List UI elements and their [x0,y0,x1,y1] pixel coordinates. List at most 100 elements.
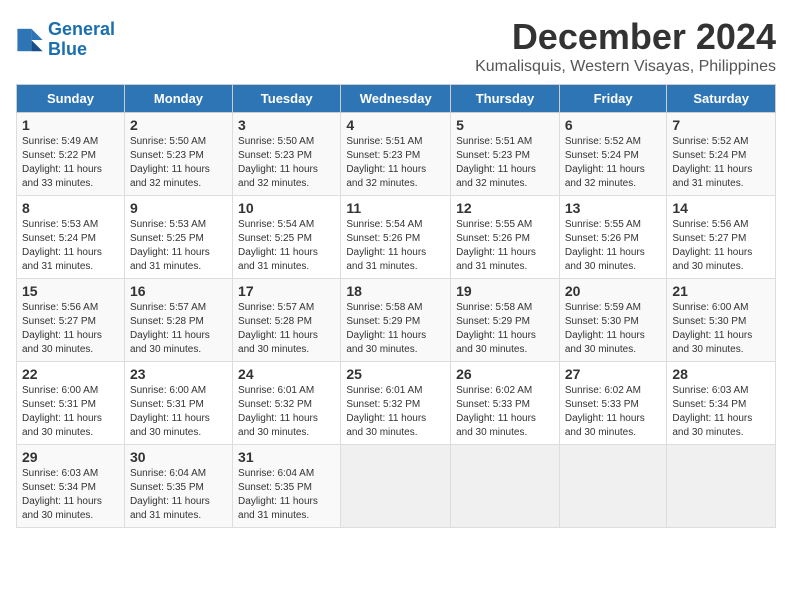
day-number: 27 [565,366,662,382]
calendar-day-cell [451,445,560,528]
calendar-day-cell: 31Sunrise: 6:04 AM Sunset: 5:35 PM Dayli… [233,445,341,528]
day-info: Sunrise: 5:50 AM Sunset: 5:23 PM Dayligh… [238,135,335,191]
calendar-day-cell: 3 Sunrise: 5:50 AM Sunset: 5:23 PM Daylig… [233,113,341,196]
calendar-day-cell: 19 Sunrise: 5:58 AM Sunset: 5:29 PM Dayli… [451,279,560,362]
calendar-day-cell: 6Sunrise: 5:52 AM Sunset: 5:24 PM Daylig… [559,113,667,196]
day-info: Sunrise: 5:54 AM Sunset: 5:25 PM Dayligh… [238,218,335,274]
day-number: 25 [346,366,445,382]
calendar-day-cell: 29 Sunrise: 6:03 AM Sunset: 5:34 PM Dayli… [17,445,125,528]
calendar-day-cell: 11 Sunrise: 5:54 AM Sunset: 5:26 PM Dayli… [341,196,451,279]
calendar-week-row: 15Sunrise: 5:56 AM Sunset: 5:27 PM Dayli… [17,279,776,362]
weekday-header-cell: Friday [559,85,667,113]
calendar-day-cell: 30 Sunrise: 6:04 AM Sunset: 5:35 PM Dayli… [124,445,232,528]
calendar-day-cell [667,445,776,528]
calendar-day-cell: 2 Sunrise: 5:50 AM Sunset: 5:23 PM Daylig… [124,113,232,196]
calendar-day-cell: 25Sunrise: 6:01 AM Sunset: 5:32 PM Dayli… [341,362,451,445]
day-info: Sunrise: 5:57 AM Sunset: 5:28 PM Dayligh… [238,301,335,357]
day-info: Sunrise: 5:49 AM Sunset: 5:22 PM Dayligh… [22,135,119,191]
day-info: Sunrise: 5:50 AM Sunset: 5:23 PM Dayligh… [130,135,227,191]
calendar-day-cell: 5Sunrise: 5:51 AM Sunset: 5:23 PM Daylig… [451,113,560,196]
calendar-day-cell: 20Sunrise: 5:59 AM Sunset: 5:30 PM Dayli… [559,279,667,362]
calendar-day-cell: 15Sunrise: 5:56 AM Sunset: 5:27 PM Dayli… [17,279,125,362]
day-info: Sunrise: 6:02 AM Sunset: 5:33 PM Dayligh… [565,384,662,440]
day-info: Sunrise: 6:04 AM Sunset: 5:35 PM Dayligh… [238,467,335,523]
day-number: 14 [672,200,770,216]
day-info: Sunrise: 5:51 AM Sunset: 5:23 PM Dayligh… [346,135,445,191]
calendar-day-cell: 9 Sunrise: 5:53 AM Sunset: 5:25 PM Daylig… [124,196,232,279]
day-number: 17 [238,283,335,299]
weekday-header-cell: Wednesday [341,85,451,113]
weekday-header-cell: Tuesday [233,85,341,113]
day-number: 1 [22,117,119,133]
calendar-day-cell: 18 Sunrise: 5:58 AM Sunset: 5:29 PM Dayli… [341,279,451,362]
day-info: Sunrise: 6:03 AM Sunset: 5:34 PM Dayligh… [672,384,770,440]
calendar-day-cell [559,445,667,528]
day-number: 28 [672,366,770,382]
day-number: 20 [565,283,662,299]
calendar-day-cell: 10 Sunrise: 5:54 AM Sunset: 5:25 PM Dayli… [233,196,341,279]
day-number: 10 [238,200,335,216]
logo-icon [16,26,44,54]
month-title: December 2024 [475,16,776,58]
day-number: 21 [672,283,770,299]
day-info: Sunrise: 5:58 AM Sunset: 5:29 PM Dayligh… [456,301,554,357]
day-number: 18 [346,283,445,299]
logo: General Blue [16,20,115,60]
day-number: 9 [130,200,227,216]
day-number: 12 [456,200,554,216]
title-area: December 2024 Kumalisquis, Western Visay… [475,16,776,76]
day-info: Sunrise: 5:52 AM Sunset: 5:24 PM Dayligh… [672,135,770,191]
day-info: Sunrise: 5:56 AM Sunset: 5:27 PM Dayligh… [22,301,119,357]
weekday-header-cell: Monday [124,85,232,113]
calendar-day-cell: 26 Sunrise: 6:02 AM Sunset: 5:33 PM Dayli… [451,362,560,445]
day-info: Sunrise: 5:58 AM Sunset: 5:29 PM Dayligh… [346,301,445,357]
day-number: 4 [346,117,445,133]
day-info: Sunrise: 6:00 AM Sunset: 5:31 PM Dayligh… [22,384,119,440]
day-number: 2 [130,117,227,133]
day-number: 16 [130,283,227,299]
location-title: Kumalisquis, Western Visayas, Philippine… [475,58,776,76]
day-number: 23 [130,366,227,382]
day-info: Sunrise: 6:03 AM Sunset: 5:34 PM Dayligh… [22,467,119,523]
calendar-day-cell: 4 Sunrise: 5:51 AM Sunset: 5:23 PM Daylig… [341,113,451,196]
logo-line1: General [48,19,115,39]
calendar-week-row: 8Sunrise: 5:53 AM Sunset: 5:24 PM Daylig… [17,196,776,279]
day-info: Sunrise: 5:57 AM Sunset: 5:28 PM Dayligh… [130,301,227,357]
calendar-day-cell: 14 Sunrise: 5:56 AM Sunset: 5:27 PM Dayli… [667,196,776,279]
day-number: 29 [22,449,119,465]
calendar-day-cell: 22 Sunrise: 6:00 AM Sunset: 5:31 PM Dayli… [17,362,125,445]
day-number: 3 [238,117,335,133]
day-info: Sunrise: 5:53 AM Sunset: 5:25 PM Dayligh… [130,218,227,274]
calendar-day-cell: 23 Sunrise: 6:00 AM Sunset: 5:31 PM Dayli… [124,362,232,445]
calendar-body: 1 Sunrise: 5:49 AM Sunset: 5:22 PM Daylig… [17,113,776,528]
day-info: Sunrise: 6:00 AM Sunset: 5:30 PM Dayligh… [672,301,770,357]
day-number: 22 [22,366,119,382]
day-number: 11 [346,200,445,216]
day-info: Sunrise: 5:55 AM Sunset: 5:26 PM Dayligh… [456,218,554,274]
calendar-day-cell: 8Sunrise: 5:53 AM Sunset: 5:24 PM Daylig… [17,196,125,279]
day-info: Sunrise: 5:53 AM Sunset: 5:24 PM Dayligh… [22,218,119,274]
calendar-day-cell: 17 Sunrise: 5:57 AM Sunset: 5:28 PM Dayli… [233,279,341,362]
calendar-week-row: 29 Sunrise: 6:03 AM Sunset: 5:34 PM Dayli… [17,445,776,528]
day-number: 30 [130,449,227,465]
day-info: Sunrise: 6:02 AM Sunset: 5:33 PM Dayligh… [456,384,554,440]
weekday-header-cell: Sunday [17,85,125,113]
weekday-header-cell: Saturday [667,85,776,113]
day-number: 26 [456,366,554,382]
logo-line2: Blue [48,39,87,59]
calendar-day-cell: 16 Sunrise: 5:57 AM Sunset: 5:28 PM Dayli… [124,279,232,362]
day-info: Sunrise: 5:54 AM Sunset: 5:26 PM Dayligh… [346,218,445,274]
calendar-day-cell: 13Sunrise: 5:55 AM Sunset: 5:26 PM Dayli… [559,196,667,279]
day-number: 24 [238,366,335,382]
day-number: 19 [456,283,554,299]
day-number: 7 [672,117,770,133]
day-info: Sunrise: 6:00 AM Sunset: 5:31 PM Dayligh… [130,384,227,440]
day-info: Sunrise: 5:56 AM Sunset: 5:27 PM Dayligh… [672,218,770,274]
day-info: Sunrise: 5:55 AM Sunset: 5:26 PM Dayligh… [565,218,662,274]
day-number: 5 [456,117,554,133]
weekday-header-row: SundayMondayTuesdayWednesdayThursdayFrid… [17,85,776,113]
calendar-week-row: 22 Sunrise: 6:00 AM Sunset: 5:31 PM Dayli… [17,362,776,445]
day-info: Sunrise: 6:04 AM Sunset: 5:35 PM Dayligh… [130,467,227,523]
calendar-table: SundayMondayTuesdayWednesdayThursdayFrid… [16,84,776,528]
calendar-day-cell: 12 Sunrise: 5:55 AM Sunset: 5:26 PM Dayli… [451,196,560,279]
